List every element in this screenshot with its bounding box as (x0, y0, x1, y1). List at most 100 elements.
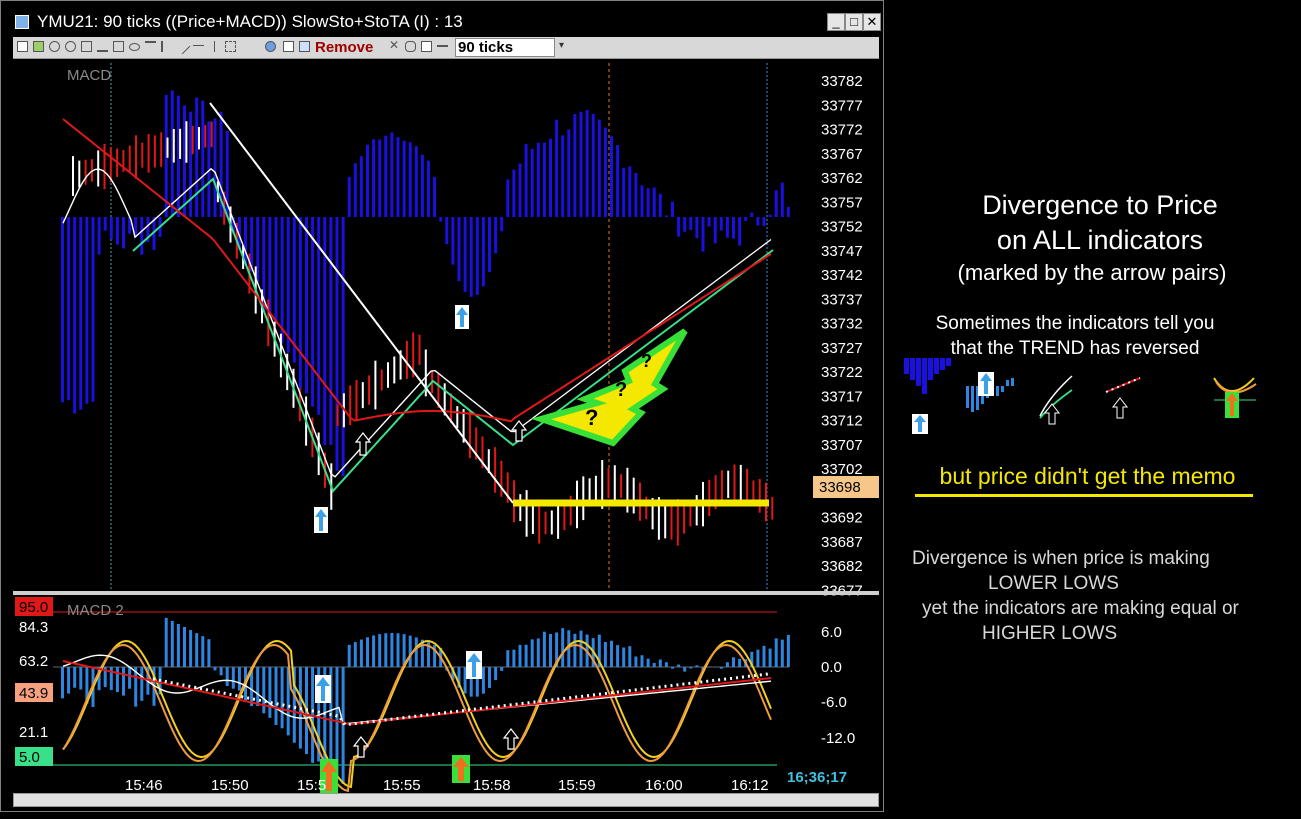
macd-bar (738, 217, 742, 246)
line-icon[interactable] (174, 38, 191, 55)
minus-icon[interactable] (437, 43, 448, 47)
interval-select[interactable]: 90 ticks (455, 38, 555, 57)
divergence-arrow-up-icon (314, 507, 328, 533)
macd2-bar (542, 631, 546, 667)
price-axis-label: 33752 (821, 219, 863, 236)
macd-bar (683, 217, 687, 232)
price-axis-label: 33692 (821, 510, 863, 527)
indicator-icon[interactable] (265, 41, 276, 52)
macd2-bar (231, 667, 235, 689)
maximize-button[interactable]: □ (845, 13, 863, 31)
price-axis-label: 33757 (821, 194, 863, 211)
horizontal-scrollbar[interactable] (13, 793, 879, 807)
macd-bar (451, 217, 455, 265)
macd2-bar (530, 639, 534, 667)
heading-line-2: on ALL indicators (996, 225, 1204, 255)
macd2-bar (786, 634, 790, 667)
pencil-icon[interactable] (97, 41, 108, 52)
ema-thumbnail (1105, 377, 1141, 419)
macd-bar (622, 167, 626, 217)
macd2-bar (140, 667, 144, 701)
macd-bar (420, 154, 424, 217)
bar-chart-icon[interactable] (33, 41, 44, 52)
macd2-bar (115, 667, 119, 692)
macd2-bar (274, 667, 278, 725)
macd2-bar (79, 667, 83, 690)
macd-bar (61, 217, 64, 403)
remove-button[interactable]: Remove (315, 39, 373, 56)
delete-icon[interactable]: ✕ (389, 39, 400, 51)
macd2-bar (268, 667, 272, 718)
macd2-bar (640, 655, 644, 667)
macd-bar (591, 113, 595, 217)
price-axis-label: 33727 (821, 340, 863, 357)
macd-bar (579, 111, 583, 217)
macd-bar (353, 163, 357, 217)
horizontal-line-icon[interactable] (193, 45, 204, 46)
macd-axis-label: -6.0 (821, 694, 847, 711)
macd-bar (85, 217, 89, 404)
macd-bar (518, 163, 522, 217)
price-axis-label: 33732 (821, 316, 863, 333)
price-axis-label: 33712 (821, 413, 863, 430)
panel-divider[interactable] (13, 591, 879, 595)
macd2-bar (646, 658, 650, 667)
blank-icon[interactable] (421, 41, 432, 52)
chevron-down-icon[interactable]: ▾ (559, 41, 570, 52)
macd-bar (457, 217, 461, 282)
zoom-in-icon[interactable] (49, 41, 60, 52)
macd-bar (372, 139, 376, 217)
macd2-bar (780, 639, 784, 667)
macd2-bar (378, 634, 382, 667)
macd-bar (366, 144, 369, 217)
stochastic-axis-label: 43.9 (19, 685, 48, 702)
crosshair-icon[interactable] (81, 41, 92, 52)
price-axis-label: 33782 (821, 73, 863, 90)
minimize-button[interactable]: _ (827, 13, 845, 31)
channel-icon[interactable] (225, 41, 236, 52)
macd2-bar (372, 635, 376, 667)
macd2-bar (610, 640, 613, 667)
macd-bar (677, 217, 681, 237)
price-axis-label: 33747 (821, 243, 863, 260)
macd2-bar (170, 620, 174, 667)
close-button[interactable]: ✕ (863, 13, 881, 31)
macd2-bar (128, 667, 132, 689)
rectangle-icon[interactable] (113, 41, 124, 52)
chart-area[interactable]: MACD 33782 33777 33772 33767 33762 33757 33752… (13, 59, 879, 793)
trendline-icon[interactable] (161, 41, 172, 52)
stoch-thumbnail (1039, 375, 1073, 425)
macd-bar (524, 144, 528, 217)
vertical-line-icon[interactable] (214, 41, 215, 52)
title-bar[interactable]: YMU21: 90 ticks ((Price+MACD)) SlowSto+S… (9, 9, 881, 35)
price-axis-label: 33682 (821, 558, 863, 575)
cursor-icon[interactable] (17, 41, 28, 52)
format-icon[interactable] (299, 41, 310, 52)
macd2-bar (396, 633, 400, 667)
fibonacci-icon[interactable] (145, 41, 156, 52)
properties-icon[interactable] (283, 41, 294, 52)
macd-bar (286, 217, 290, 353)
current-price-value: 33698 (819, 479, 861, 496)
macd2-bar (195, 633, 199, 667)
macd-axis-label: 6.0 (821, 624, 842, 641)
macd-bar (506, 179, 510, 217)
eraser-icon[interactable] (405, 41, 416, 52)
macd2-bar (652, 662, 656, 667)
macd-bar (780, 182, 784, 217)
heading-line-3: (marked by the arrow pairs) (957, 260, 1227, 285)
macd-bar (292, 217, 296, 363)
macd-bar (530, 148, 534, 217)
divergence-arrow-up-icon (452, 755, 470, 783)
ellipse-icon[interactable] (129, 43, 140, 51)
macd-bar (463, 217, 467, 293)
macd-bar (616, 145, 620, 217)
macd2-bar (634, 656, 638, 667)
definition-line-1: Divergence is when price is making (912, 548, 1210, 569)
price-axis-label: 33722 (821, 364, 863, 381)
indicator-thumbnails (904, 358, 1257, 434)
zoom-out-icon[interactable] (65, 41, 76, 52)
macd-bar (408, 142, 412, 217)
macd-bar (658, 193, 662, 217)
macd-bar (347, 176, 351, 217)
